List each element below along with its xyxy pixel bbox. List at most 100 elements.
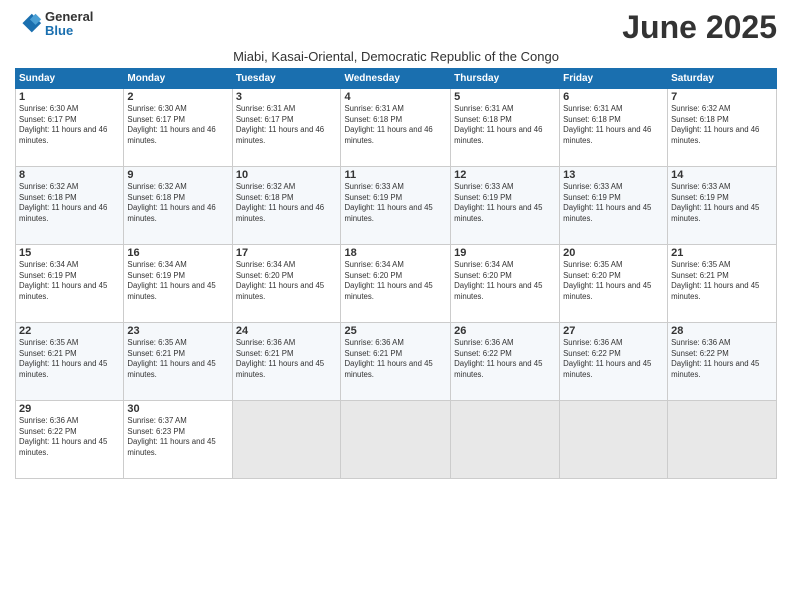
day-info: Sunrise: 6:33 AM Sunset: 6:19 PM Dayligh… bbox=[563, 182, 664, 224]
col-friday: Friday bbox=[560, 69, 668, 89]
logo-blue: Blue bbox=[45, 24, 93, 38]
table-row: 28 Sunrise: 6:36 AM Sunset: 6:22 PM Dayl… bbox=[668, 323, 777, 401]
day-number: 27 bbox=[563, 325, 664, 337]
day-info: Sunrise: 6:32 AM Sunset: 6:18 PM Dayligh… bbox=[236, 182, 338, 224]
table-row: 22 Sunrise: 6:35 AM Sunset: 6:21 PM Dayl… bbox=[16, 323, 124, 401]
table-row: 15 Sunrise: 6:34 AM Sunset: 6:19 PM Dayl… bbox=[16, 245, 124, 323]
col-sunday: Sunday bbox=[16, 69, 124, 89]
table-row: 24 Sunrise: 6:36 AM Sunset: 6:21 PM Dayl… bbox=[232, 323, 341, 401]
table-row: 20 Sunrise: 6:35 AM Sunset: 6:20 PM Dayl… bbox=[560, 245, 668, 323]
day-number: 3 bbox=[236, 91, 338, 103]
day-info: Sunrise: 6:33 AM Sunset: 6:19 PM Dayligh… bbox=[454, 182, 556, 224]
table-row: 12 Sunrise: 6:33 AM Sunset: 6:19 PM Dayl… bbox=[451, 167, 560, 245]
day-info: Sunrise: 6:30 AM Sunset: 6:17 PM Dayligh… bbox=[19, 104, 120, 146]
day-info: Sunrise: 6:35 AM Sunset: 6:21 PM Dayligh… bbox=[19, 338, 120, 380]
day-info: Sunrise: 6:30 AM Sunset: 6:17 PM Dayligh… bbox=[127, 104, 228, 146]
day-info: Sunrise: 6:36 AM Sunset: 6:22 PM Dayligh… bbox=[454, 338, 556, 380]
calendar-week-row: 22 Sunrise: 6:35 AM Sunset: 6:21 PM Dayl… bbox=[16, 323, 777, 401]
col-thursday: Thursday bbox=[451, 69, 560, 89]
col-monday: Monday bbox=[124, 69, 232, 89]
table-row: 21 Sunrise: 6:35 AM Sunset: 6:21 PM Dayl… bbox=[668, 245, 777, 323]
day-info: Sunrise: 6:34 AM Sunset: 6:20 PM Dayligh… bbox=[344, 260, 447, 302]
month-title: June 2025 bbox=[622, 10, 777, 45]
table-row: 4 Sunrise: 6:31 AM Sunset: 6:18 PM Dayli… bbox=[341, 89, 451, 167]
day-number: 16 bbox=[127, 247, 228, 259]
table-row: 2 Sunrise: 6:30 AM Sunset: 6:17 PM Dayli… bbox=[124, 89, 232, 167]
table-row: 10 Sunrise: 6:32 AM Sunset: 6:18 PM Dayl… bbox=[232, 167, 341, 245]
logo-icon bbox=[15, 10, 43, 38]
table-row: 25 Sunrise: 6:36 AM Sunset: 6:21 PM Dayl… bbox=[341, 323, 451, 401]
day-info: Sunrise: 6:34 AM Sunset: 6:19 PM Dayligh… bbox=[127, 260, 228, 302]
logo-text: General Blue bbox=[45, 10, 93, 39]
table-row: 18 Sunrise: 6:34 AM Sunset: 6:20 PM Dayl… bbox=[341, 245, 451, 323]
table-row bbox=[341, 401, 451, 479]
day-info: Sunrise: 6:31 AM Sunset: 6:18 PM Dayligh… bbox=[454, 104, 556, 146]
day-info: Sunrise: 6:34 AM Sunset: 6:20 PM Dayligh… bbox=[236, 260, 338, 302]
day-info: Sunrise: 6:35 AM Sunset: 6:21 PM Dayligh… bbox=[671, 260, 773, 302]
page: General Blue June 2025 Miabi, Kasai-Orie… bbox=[0, 0, 792, 612]
day-info: Sunrise: 6:36 AM Sunset: 6:21 PM Dayligh… bbox=[236, 338, 338, 380]
table-row bbox=[560, 401, 668, 479]
col-saturday: Saturday bbox=[668, 69, 777, 89]
table-row: 30 Sunrise: 6:37 AM Sunset: 6:23 PM Dayl… bbox=[124, 401, 232, 479]
logo: General Blue bbox=[15, 10, 93, 39]
day-number: 5 bbox=[454, 91, 556, 103]
day-info: Sunrise: 6:35 AM Sunset: 6:21 PM Dayligh… bbox=[127, 338, 228, 380]
title-block: June 2025 bbox=[622, 10, 777, 45]
table-row: 9 Sunrise: 6:32 AM Sunset: 6:18 PM Dayli… bbox=[124, 167, 232, 245]
day-number: 25 bbox=[344, 325, 447, 337]
day-number: 1 bbox=[19, 91, 120, 103]
table-row bbox=[232, 401, 341, 479]
day-info: Sunrise: 6:32 AM Sunset: 6:18 PM Dayligh… bbox=[127, 182, 228, 224]
day-info: Sunrise: 6:33 AM Sunset: 6:19 PM Dayligh… bbox=[344, 182, 447, 224]
col-wednesday: Wednesday bbox=[341, 69, 451, 89]
calendar-table: Sunday Monday Tuesday Wednesday Thursday… bbox=[15, 68, 777, 479]
location-title: Miabi, Kasai-Oriental, Democratic Republ… bbox=[15, 49, 777, 64]
day-number: 2 bbox=[127, 91, 228, 103]
day-number: 11 bbox=[344, 169, 447, 181]
day-number: 24 bbox=[236, 325, 338, 337]
day-info: Sunrise: 6:36 AM Sunset: 6:22 PM Dayligh… bbox=[563, 338, 664, 380]
day-number: 8 bbox=[19, 169, 120, 181]
day-number: 7 bbox=[671, 91, 773, 103]
day-number: 30 bbox=[127, 403, 228, 415]
day-number: 29 bbox=[19, 403, 120, 415]
day-number: 14 bbox=[671, 169, 773, 181]
logo-general: General bbox=[45, 10, 93, 24]
day-info: Sunrise: 6:36 AM Sunset: 6:22 PM Dayligh… bbox=[19, 416, 120, 458]
col-tuesday: Tuesday bbox=[232, 69, 341, 89]
table-row: 23 Sunrise: 6:35 AM Sunset: 6:21 PM Dayl… bbox=[124, 323, 232, 401]
table-row: 5 Sunrise: 6:31 AM Sunset: 6:18 PM Dayli… bbox=[451, 89, 560, 167]
table-row: 16 Sunrise: 6:34 AM Sunset: 6:19 PM Dayl… bbox=[124, 245, 232, 323]
table-row: 19 Sunrise: 6:34 AM Sunset: 6:20 PM Dayl… bbox=[451, 245, 560, 323]
day-number: 15 bbox=[19, 247, 120, 259]
day-number: 20 bbox=[563, 247, 664, 259]
table-row: 13 Sunrise: 6:33 AM Sunset: 6:19 PM Dayl… bbox=[560, 167, 668, 245]
day-info: Sunrise: 6:34 AM Sunset: 6:20 PM Dayligh… bbox=[454, 260, 556, 302]
calendar-week-row: 1 Sunrise: 6:30 AM Sunset: 6:17 PM Dayli… bbox=[16, 89, 777, 167]
day-info: Sunrise: 6:32 AM Sunset: 6:18 PM Dayligh… bbox=[19, 182, 120, 224]
day-info: Sunrise: 6:36 AM Sunset: 6:22 PM Dayligh… bbox=[671, 338, 773, 380]
day-info: Sunrise: 6:35 AM Sunset: 6:20 PM Dayligh… bbox=[563, 260, 664, 302]
table-row: 1 Sunrise: 6:30 AM Sunset: 6:17 PM Dayli… bbox=[16, 89, 124, 167]
day-info: Sunrise: 6:37 AM Sunset: 6:23 PM Dayligh… bbox=[127, 416, 228, 458]
day-info: Sunrise: 6:34 AM Sunset: 6:19 PM Dayligh… bbox=[19, 260, 120, 302]
day-info: Sunrise: 6:32 AM Sunset: 6:18 PM Dayligh… bbox=[671, 104, 773, 146]
day-number: 22 bbox=[19, 325, 120, 337]
calendar-week-row: 15 Sunrise: 6:34 AM Sunset: 6:19 PM Dayl… bbox=[16, 245, 777, 323]
day-number: 19 bbox=[454, 247, 556, 259]
day-info: Sunrise: 6:36 AM Sunset: 6:21 PM Dayligh… bbox=[344, 338, 447, 380]
day-number: 17 bbox=[236, 247, 338, 259]
day-number: 18 bbox=[344, 247, 447, 259]
table-row: 8 Sunrise: 6:32 AM Sunset: 6:18 PM Dayli… bbox=[16, 167, 124, 245]
table-row: 11 Sunrise: 6:33 AM Sunset: 6:19 PM Dayl… bbox=[341, 167, 451, 245]
day-number: 26 bbox=[454, 325, 556, 337]
table-row: 3 Sunrise: 6:31 AM Sunset: 6:17 PM Dayli… bbox=[232, 89, 341, 167]
day-number: 10 bbox=[236, 169, 338, 181]
day-number: 4 bbox=[344, 91, 447, 103]
table-row: 29 Sunrise: 6:36 AM Sunset: 6:22 PM Dayl… bbox=[16, 401, 124, 479]
day-number: 28 bbox=[671, 325, 773, 337]
calendar-week-row: 29 Sunrise: 6:36 AM Sunset: 6:22 PM Dayl… bbox=[16, 401, 777, 479]
table-row: 27 Sunrise: 6:36 AM Sunset: 6:22 PM Dayl… bbox=[560, 323, 668, 401]
day-info: Sunrise: 6:31 AM Sunset: 6:17 PM Dayligh… bbox=[236, 104, 338, 146]
